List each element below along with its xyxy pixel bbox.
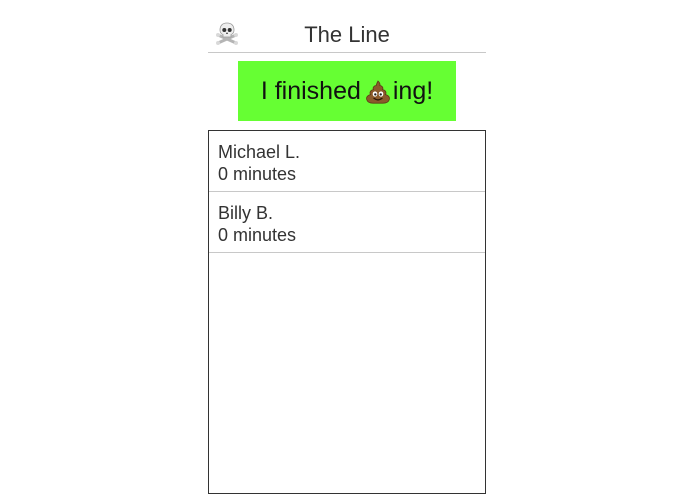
list-item[interactable]: Michael L. 0 minutes: [209, 131, 485, 192]
queue-item-wait-time: 0 minutes: [218, 164, 297, 184]
queue-list[interactable]: Michael L. 0 minutes Billy B. 0 minutes: [208, 130, 486, 494]
skull-and-crossbones-icon[interactable]: [214, 20, 240, 46]
page-title: The Line: [304, 22, 390, 47]
queue-item-wait-time: 0 minutes: [218, 225, 297, 245]
list-item[interactable]: Billy B. 0 minutes: [209, 192, 485, 253]
pile-of-poo-icon: [365, 80, 391, 104]
queue-item-name: Billy B.: [218, 203, 274, 223]
finished-button[interactable]: I finished ing!: [238, 61, 456, 121]
app-header: The Line: [208, 18, 486, 53]
finished-button-label-end: ing!: [392, 76, 434, 105]
finished-button-label-start: I finished: [260, 76, 361, 105]
queue-item-name: Michael L.: [218, 142, 301, 162]
